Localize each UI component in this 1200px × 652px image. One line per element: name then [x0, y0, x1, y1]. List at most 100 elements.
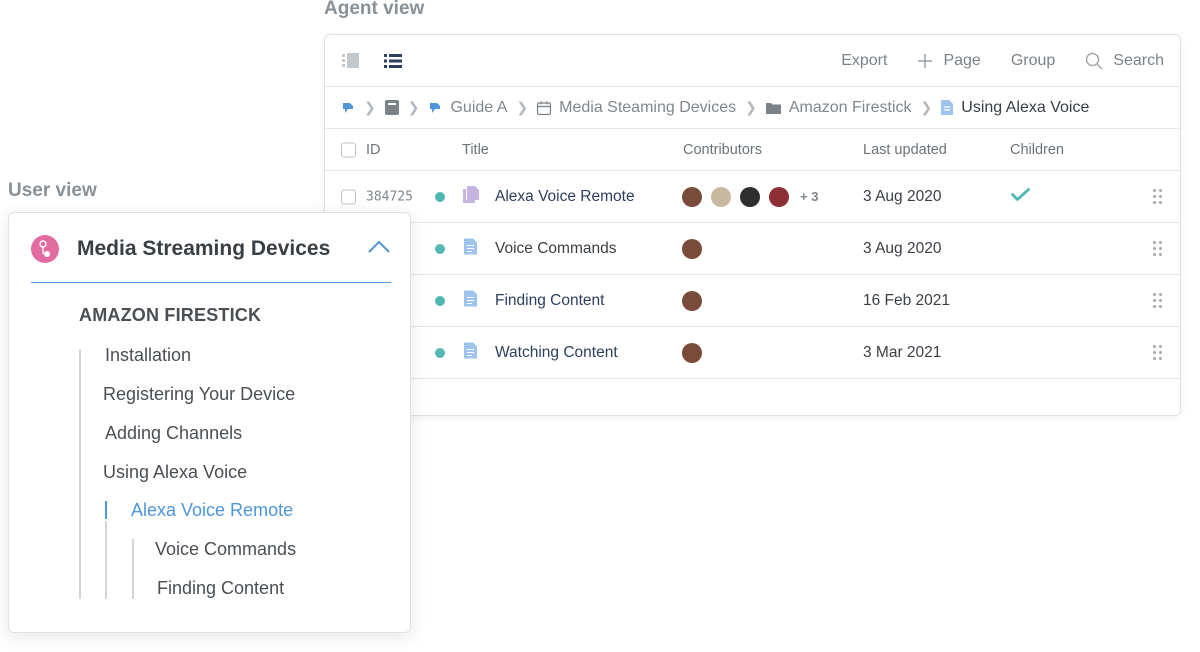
book-icon: [384, 100, 399, 115]
avatar[interactable]: [711, 186, 731, 207]
drag-handle-icon[interactable]: [1153, 240, 1163, 257]
guide-icon: [430, 102, 441, 113]
export-label: Export: [841, 51, 888, 69]
column-id[interactable]: ID: [366, 142, 381, 158]
breadcrumb-current[interactable]: Using Alexa Voice: [941, 99, 1089, 117]
tree-line: [105, 521, 107, 599]
row-title[interactable]: Watching Content: [495, 344, 618, 362]
more-contributors[interactable]: + 3: [800, 189, 818, 204]
list-view-icon[interactable]: [383, 51, 403, 71]
row-updated: 16 Feb 2021: [863, 291, 951, 309]
tree-line: [79, 349, 81, 599]
drag-handle-icon[interactable]: [1153, 344, 1163, 361]
nav-item-voice-commands[interactable]: Voice Commands: [155, 539, 296, 560]
row-title[interactable]: Finding Content: [495, 292, 604, 310]
chevron-right-icon: ❯: [745, 99, 757, 115]
breadcrumb-guide[interactable]: Guide A: [428, 99, 507, 117]
nav-item-registering[interactable]: Registering Your Device: [103, 384, 295, 405]
breadcrumb-current-label: Using Alexa Voice: [961, 98, 1090, 116]
row-updated: 3 Aug 2020: [863, 239, 942, 257]
calendar-icon: [537, 101, 552, 115]
nav-item-adding-channels[interactable]: Adding Channels: [105, 423, 242, 444]
document-icon: [464, 342, 477, 363]
breadcrumb-book[interactable]: [384, 100, 399, 115]
drag-handle-icon[interactable]: [1153, 188, 1163, 205]
contributors: [682, 238, 702, 259]
page-label: Page: [943, 51, 981, 69]
row-updated: 3 Mar 2021: [863, 343, 942, 361]
table-row[interactable]: 6 Voice Commands 3 Aug 2020: [325, 223, 1180, 275]
plus-icon: [918, 53, 933, 68]
avatar[interactable]: [682, 342, 702, 363]
status-dot: [435, 191, 445, 202]
search-button[interactable]: Search: [1085, 52, 1164, 70]
user-view-caption: User view: [8, 180, 97, 201]
export-button[interactable]: Export: [841, 52, 887, 70]
contributors: [682, 342, 702, 363]
chevron-right-icon: ❯: [364, 99, 376, 115]
avatar[interactable]: [682, 186, 702, 207]
breadcrumb-guide-label: Guide A: [450, 98, 508, 116]
section-heading: AMAZON FIRESTICK: [79, 305, 262, 325]
breadcrumb-category-label: Media Steaming Devices: [559, 98, 737, 116]
document-icon: [464, 290, 477, 311]
chevron-right-icon: ❯: [516, 99, 529, 115]
column-title[interactable]: Title: [462, 142, 489, 158]
tree-view-icon[interactable]: [341, 51, 361, 71]
search-icon: [1086, 52, 1103, 70]
select-all-checkbox[interactable]: [341, 142, 356, 157]
row-title[interactable]: Alexa Voice Remote: [495, 188, 635, 206]
table-row[interactable]: 384725 Alexa Voice Remote + 3 3 Aug 2020: [325, 171, 1180, 223]
home-logo-icon: [343, 102, 353, 113]
column-children[interactable]: Children: [1010, 142, 1064, 158]
avatar[interactable]: [740, 186, 760, 207]
add-page-button[interactable]: Page: [917, 51, 981, 70]
document-icon: [941, 100, 954, 115]
drag-handle-icon[interactable]: [1153, 292, 1163, 309]
breadcrumb: ❯ ❯ Guide A ❯ Media Steaming Devices ❯ A…: [325, 87, 1180, 129]
chevron-up-icon[interactable]: [367, 239, 391, 260]
nav-item-installation[interactable]: Installation: [105, 345, 191, 366]
tree-line: [132, 539, 134, 599]
breadcrumb-home[interactable]: [341, 101, 355, 115]
table-row[interactable]: 7 Finding Content 16 Feb 2021: [325, 275, 1180, 327]
category-header[interactable]: Media Streaming Devices: [31, 235, 391, 283]
nav-item-finding-content[interactable]: Finding Content: [157, 578, 284, 599]
search-label: Search: [1113, 51, 1164, 69]
column-last-updated[interactable]: Last updated: [863, 142, 947, 158]
breadcrumb-folder-label: Amazon Firestick: [788, 98, 912, 116]
pages-icon: [463, 185, 479, 208]
breadcrumb-folder[interactable]: Amazon Firestick: [765, 98, 912, 117]
avatar[interactable]: [682, 238, 702, 259]
folder-icon: [765, 102, 781, 114]
category-icon: [31, 235, 59, 263]
table-header: ID Title Contributors Last updated Child…: [325, 129, 1180, 171]
table-row[interactable]: 8 Watching Content 3 Mar 2021: [325, 327, 1180, 379]
contributors: [682, 290, 702, 311]
status-dot: [435, 347, 445, 358]
toolbar: Export Page Group Search: [325, 35, 1180, 87]
check-icon: [1011, 187, 1030, 206]
avatar[interactable]: [682, 290, 702, 311]
agent-view-caption: Agent view: [324, 0, 425, 19]
status-dot: [435, 295, 445, 306]
nav-item-alexa-remote[interactable]: Alexa Voice Remote: [131, 500, 293, 521]
contributors: + 3: [682, 186, 818, 207]
avatar[interactable]: [769, 186, 789, 207]
nav-item-using-alexa[interactable]: Using Alexa Voice: [103, 462, 247, 483]
row-id: 384725: [366, 189, 413, 204]
group-label: Group: [1010, 51, 1056, 69]
column-contributors[interactable]: Contributors: [683, 142, 762, 158]
chevron-right-icon: ❯: [920, 99, 933, 115]
agent-panel: Export Page Group Search ❯ ❯ Guide A ❯ M…: [324, 34, 1181, 416]
row-title[interactable]: Voice Commands: [495, 240, 616, 258]
breadcrumb-category[interactable]: Media Steaming Devices: [537, 99, 736, 117]
status-dot: [435, 243, 445, 254]
active-indicator: [105, 501, 107, 519]
user-panel: Media Streaming Devices AMAZON FIRESTICK…: [8, 212, 411, 633]
category-title: Media Streaming Devices: [77, 237, 331, 260]
document-icon: [464, 238, 477, 259]
row-updated: 3 Aug 2020: [863, 187, 942, 205]
row-checkbox[interactable]: [341, 189, 356, 204]
group-button[interactable]: Group: [1011, 52, 1055, 70]
